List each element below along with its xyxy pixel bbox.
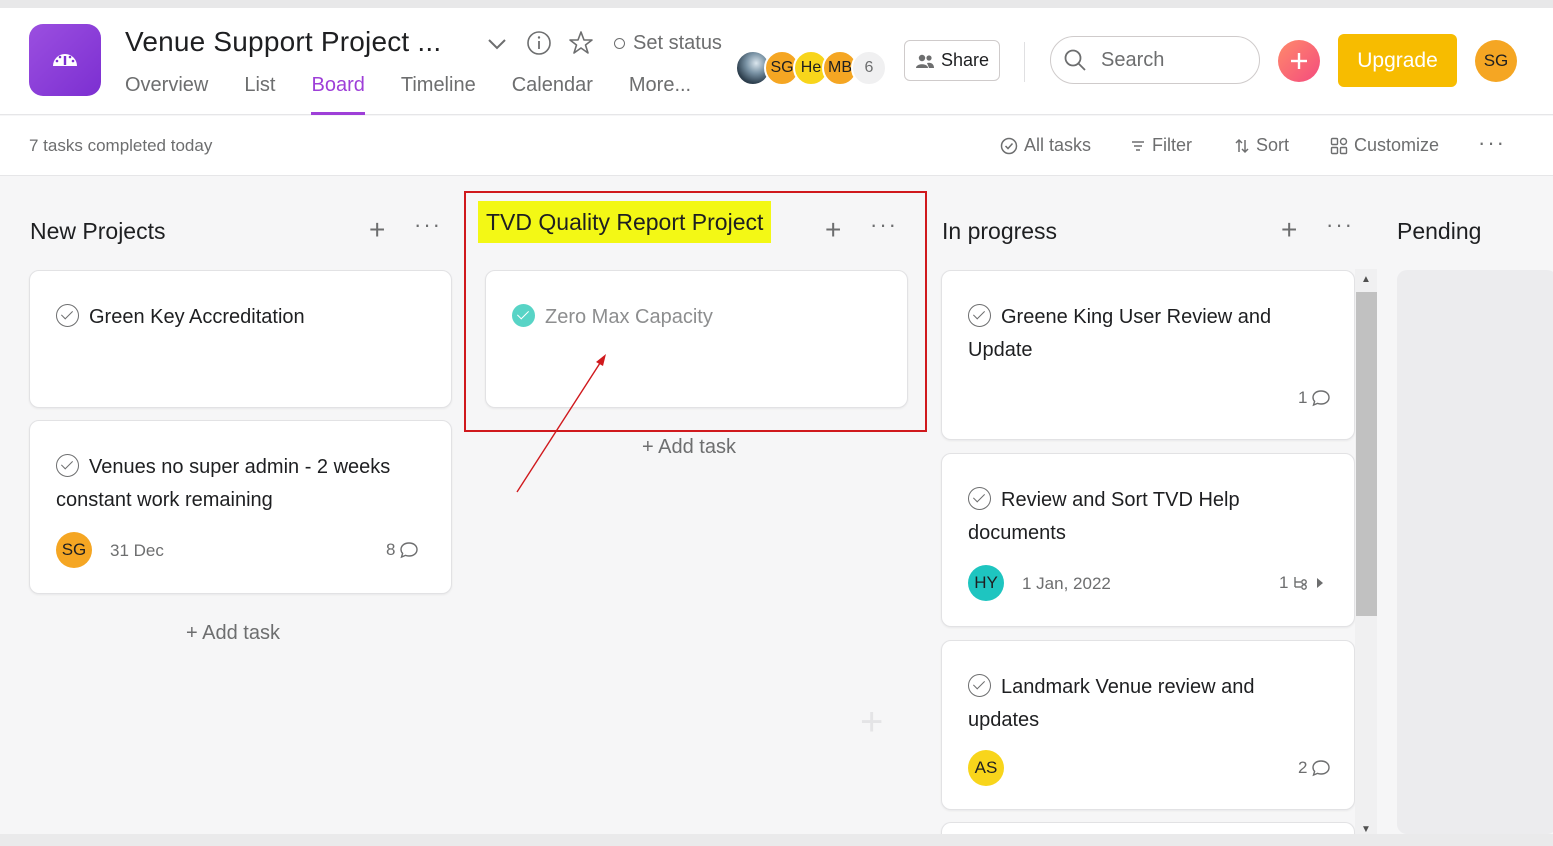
comment-icon bbox=[400, 542, 419, 559]
tab-more[interactable]: More... bbox=[629, 74, 691, 114]
share-button[interactable]: Share bbox=[904, 40, 1000, 81]
add-task-plus-icon[interactable]: + bbox=[369, 214, 385, 246]
user-avatar[interactable]: SG bbox=[1475, 40, 1517, 82]
window-top-strip bbox=[0, 0, 1553, 8]
sort-label: Sort bbox=[1256, 135, 1290, 155]
task-title-text: Review and Sort TVD Help documents bbox=[968, 489, 1240, 544]
task-title-text: Landmark Venue review and updates bbox=[968, 676, 1255, 731]
task-title-text: Green Key Accreditation bbox=[89, 306, 305, 328]
task-title: Landmark Venue review and updates bbox=[968, 671, 1328, 737]
task-card[interactable]: Greene King User Review and Update 1 bbox=[941, 270, 1355, 440]
filter-icon bbox=[1132, 140, 1144, 151]
task-title: Venues no super admin - 2 weeks constant… bbox=[56, 451, 425, 517]
sort-button[interactable]: Sort bbox=[1234, 135, 1289, 156]
ghost-add-column-icon: + bbox=[860, 700, 884, 744]
annotation-arrow-icon bbox=[516, 354, 606, 493]
plus-icon bbox=[1291, 53, 1307, 69]
comment-icon bbox=[1312, 760, 1331, 777]
grid-icon bbox=[1330, 137, 1348, 154]
column-menu-icon[interactable]: ··· bbox=[1326, 212, 1354, 238]
assignee-avatar[interactable]: AS bbox=[968, 750, 1004, 786]
people-icon bbox=[915, 54, 934, 68]
task-card[interactable]: Green Key Accreditation bbox=[29, 270, 452, 408]
filter-label: Filter bbox=[1152, 135, 1192, 155]
subtask-icon bbox=[1294, 577, 1308, 590]
comment-count-value: 8 bbox=[386, 540, 396, 559]
task-card[interactable]: Review and Sort TVD Help documents HY 1 … bbox=[941, 453, 1355, 627]
set-status-button[interactable]: Set status bbox=[614, 32, 722, 55]
add-task-button[interactable]: + Add task bbox=[186, 622, 280, 645]
task-card[interactable]: Landmark Venue review and updates AS 2 bbox=[941, 640, 1355, 810]
task-title: Green Key Accreditation bbox=[56, 301, 425, 334]
horizontal-scrollbar[interactable] bbox=[0, 834, 1553, 846]
task-title-text: Greene King User Review and Update bbox=[968, 306, 1272, 361]
search-icon bbox=[1064, 49, 1086, 71]
check-circle-icon[interactable] bbox=[56, 304, 79, 327]
quick-add-button[interactable] bbox=[1278, 40, 1320, 82]
member-count[interactable]: 6 bbox=[851, 50, 887, 86]
set-status-label: Set status bbox=[633, 32, 722, 54]
task-title: Review and Sort TVD Help documents bbox=[968, 484, 1328, 550]
board-toolbar: 7 tasks completed today All tasks Filter… bbox=[0, 116, 1553, 176]
check-circle-icon[interactable] bbox=[968, 304, 991, 327]
filter-button[interactable]: Filter bbox=[1130, 135, 1192, 156]
project-members[interactable]: SG He MB 6 bbox=[735, 50, 887, 86]
tab-board[interactable]: Board bbox=[311, 74, 366, 115]
scroll-up-icon[interactable]: ▲ bbox=[1361, 274, 1371, 285]
pending-column-body bbox=[1397, 270, 1553, 834]
project-title[interactable]: Venue Support Project ... bbox=[125, 26, 441, 58]
comment-icon bbox=[1312, 390, 1331, 407]
column-title[interactable]: New Projects bbox=[30, 218, 165, 245]
upgrade-button[interactable]: Upgrade bbox=[1338, 34, 1457, 87]
divider bbox=[1024, 42, 1025, 82]
check-circle-icon[interactable] bbox=[968, 487, 991, 510]
subtask-count-value: 1 bbox=[1279, 573, 1289, 592]
task-title: Greene King User Review and Update bbox=[968, 301, 1328, 367]
check-circle-icon[interactable] bbox=[56, 454, 79, 477]
add-task-button[interactable]: + Add task bbox=[642, 436, 736, 459]
customize-button[interactable]: Customize bbox=[1330, 135, 1439, 156]
comment-count[interactable]: 1 bbox=[1298, 388, 1331, 408]
customize-label: Customize bbox=[1354, 135, 1440, 155]
due-date[interactable]: 1 Jan, 2022 bbox=[1022, 574, 1111, 594]
star-icon[interactable] bbox=[568, 30, 594, 56]
project-header: Venue Support Project ... Set status Ove… bbox=[0, 8, 1553, 115]
project-icon[interactable] bbox=[29, 24, 101, 96]
caret-right-icon[interactable] bbox=[1316, 577, 1324, 589]
comment-count-value: 2 bbox=[1298, 758, 1308, 777]
tab-calendar[interactable]: Calendar bbox=[512, 74, 593, 114]
search-input[interactable]: Search bbox=[1050, 36, 1260, 84]
check-circle-icon bbox=[1000, 137, 1018, 154]
column-title[interactable]: Pending bbox=[1397, 218, 1481, 245]
comment-count-value: 1 bbox=[1298, 388, 1308, 407]
all-tasks-button[interactable]: All tasks bbox=[1000, 135, 1091, 156]
assignee-avatar[interactable]: HY bbox=[968, 565, 1004, 601]
more-options-icon[interactable]: ··· bbox=[1478, 130, 1506, 156]
tasks-completed-text: 7 tasks completed today bbox=[29, 136, 213, 155]
tab-overview[interactable]: Overview bbox=[125, 74, 208, 114]
dashboard-gauge-icon bbox=[53, 54, 77, 66]
column-title[interactable]: In progress bbox=[942, 218, 1057, 245]
scrollbar-thumb[interactable] bbox=[1356, 292, 1377, 616]
subtask-count[interactable]: 1 bbox=[1279, 573, 1324, 593]
add-task-plus-icon[interactable]: + bbox=[1281, 214, 1297, 246]
sort-icon bbox=[1235, 138, 1249, 153]
task-card[interactable]: Venues no super admin - 2 weeks constant… bbox=[29, 420, 452, 594]
all-tasks-label: All tasks bbox=[1024, 135, 1092, 155]
tab-timeline[interactable]: Timeline bbox=[401, 74, 476, 114]
tab-list[interactable]: List bbox=[244, 74, 275, 114]
assignee-avatar[interactable]: SG bbox=[56, 532, 92, 568]
chevron-down-icon[interactable] bbox=[486, 36, 508, 52]
due-date[interactable]: 31 Dec bbox=[110, 541, 164, 561]
column-menu-icon[interactable]: ··· bbox=[414, 212, 442, 238]
check-circle-icon[interactable] bbox=[968, 674, 991, 697]
search-placeholder: Search bbox=[1101, 48, 1165, 71]
comment-count[interactable]: 8 bbox=[386, 540, 419, 560]
info-icon[interactable] bbox=[526, 30, 552, 56]
task-title-text: Venues no super admin - 2 weeks constant… bbox=[56, 456, 391, 511]
share-label: Share bbox=[940, 50, 990, 70]
status-dot-icon bbox=[614, 38, 625, 49]
comment-count[interactable]: 2 bbox=[1298, 758, 1331, 778]
project-tabs: Overview List Board Timeline Calendar Mo… bbox=[125, 74, 727, 115]
